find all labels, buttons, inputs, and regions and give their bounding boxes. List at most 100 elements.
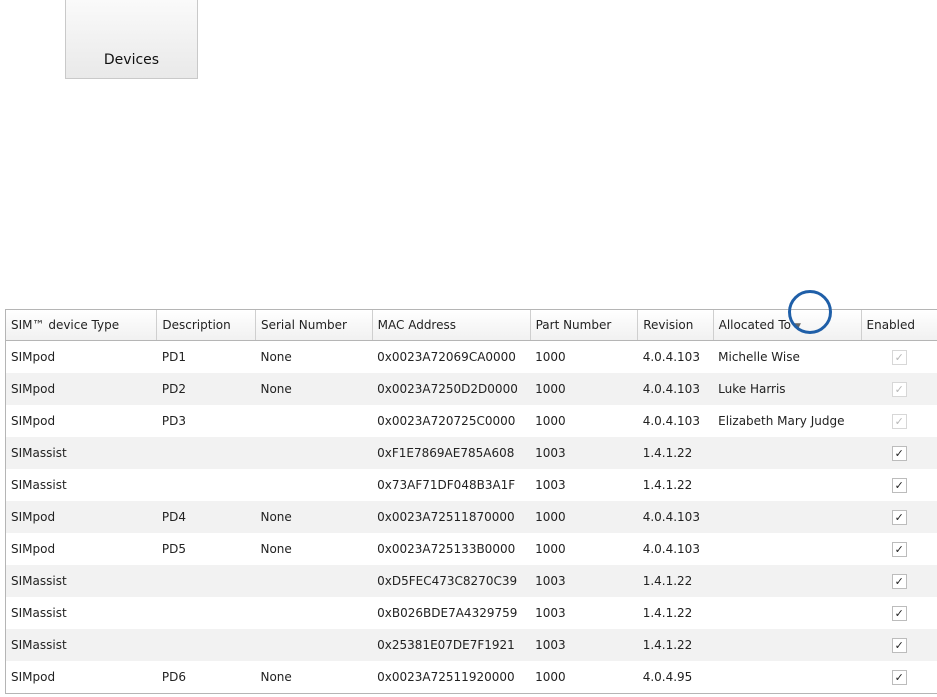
cell-mac-address: 0x0023A7250D2D0000 — [372, 373, 531, 405]
enabled-checkbox-icon[interactable]: ✓ — [891, 637, 907, 653]
cell-enabled: ✓ — [861, 405, 937, 437]
cell-revision: 4.0.4.103 — [642, 350, 700, 364]
cell-revision: 4.0.4.103 — [637, 373, 714, 405]
cell-part-number: 1003 — [535, 478, 566, 492]
allocated-to-label: Allocated To — [718, 318, 791, 332]
cell-device-type: SIMpod — [11, 350, 56, 364]
cell-device-type: SIMpod — [11, 542, 56, 556]
cell-enabled: ✓ — [861, 341, 937, 374]
table-row[interactable]: SIMassist 0xD5FEC473C8270C39 1003 1.4.1.22 ✓ — [6, 565, 937, 597]
cell-device-type: SIMpod — [6, 501, 157, 533]
cell-allocated-to: Elizabeth Mary Judge — [718, 414, 845, 428]
column-header-device-type[interactable]: SIM™ device Type — [6, 310, 158, 341]
table-row[interactable]: SIMassist 0xF1E7869AE785A608 1003 1.4.1.22 ✓ — [6, 437, 937, 469]
table-row[interactable]: SIMpod PD2 None 0x0023A7250D2D0000 1000 4.0.4… — [6, 373, 937, 405]
cell-revision: 1.4.1.22 — [642, 606, 693, 620]
cell-description: PD4 — [156, 501, 256, 533]
enabled-checkbox-icon[interactable]: ✓ — [891, 445, 907, 461]
table-row[interactable]: SIMpod PD4 None 0x0023A72511870000 1000 4.0.4… — [6, 501, 937, 533]
table-row[interactable]: SIMpod PD5 None 0x0023A725133B0000 1000 4.0.4… — [6, 533, 937, 565]
table-row[interactable]: SIMassist 0xB026BDE7A4329759 1003 1.4.1.22 ✓ — [6, 597, 937, 629]
cell-revision: 4.0.4.103 — [637, 501, 714, 533]
cell-device-type: SIMassist — [6, 437, 157, 469]
cell-device-type: SIMassist — [6, 629, 157, 661]
cell-serial-number: None — [255, 501, 373, 533]
cell-enabled: ✓ — [861, 533, 937, 565]
cell-description — [157, 597, 256, 629]
cell-allocated-to — [713, 437, 861, 469]
column-header-allocated-to[interactable]: Allocated To ▼ — [713, 310, 862, 341]
cell-enabled: ✓ — [861, 469, 937, 501]
cell-mac-address: 0x0023A72511920000 — [377, 670, 515, 684]
cell-mac-address: 0x0023A72511870000 — [372, 501, 531, 533]
cell-serial-number — [255, 565, 373, 597]
grid-header-row: SIM™ device Type Description Serial Numb… — [6, 310, 937, 341]
cell-part-number: 1000 — [530, 373, 638, 405]
sort-descending-icon[interactable]: ▼ — [794, 322, 801, 332]
cell-part-number: 1000 — [535, 414, 566, 428]
table-row[interactable]: SIMassist 0x25381E07DE7F1921 1003 1.4.1.22 ✓ — [6, 629, 937, 661]
cell-enabled: ✓ — [861, 629, 937, 661]
cell-mac-address: 0xD5FEC473C8270C39 — [372, 565, 531, 597]
column-header-serial-number[interactable]: Serial Number — [255, 310, 373, 341]
devices-grid: SIM™ device Type Description Serial Numb… — [5, 309, 937, 694]
cell-description — [156, 629, 256, 661]
cell-part-number: 1003 — [530, 437, 638, 469]
cell-mac-address: 0xF1E7869AE785A608 — [372, 437, 531, 469]
cell-enabled: ✓ — [861, 373, 937, 405]
cell-mac-address: 0xB026BDE7A4329759 — [377, 606, 518, 620]
cell-device-type: SIMassist — [11, 478, 67, 492]
cell-revision: 4.0.4.95 — [642, 670, 693, 684]
cell-part-number: 1000 — [535, 542, 566, 556]
cell-allocated-to — [713, 661, 861, 693]
cell-revision: 4.0.4.103 — [642, 414, 700, 428]
table-row[interactable]: SIMpod PD6 None 0x0023A72511920000 1000 4.0.4… — [6, 661, 937, 693]
cell-device-type: SIMpod — [11, 414, 56, 428]
cell-description — [156, 565, 256, 597]
cell-mac-address: 0x0023A720725C0000 — [377, 414, 516, 428]
cell-enabled: ✓ — [861, 437, 937, 469]
cell-allocated-to — [713, 629, 861, 661]
column-header-description[interactable]: Description — [156, 310, 256, 341]
cell-serial-number — [255, 597, 372, 629]
cell-allocated-to: Michelle Wise — [718, 350, 800, 364]
enabled-checkbox-icon[interactable]: ✓ — [891, 573, 907, 589]
column-header-enabled[interactable]: Enabled — [861, 310, 937, 341]
cell-enabled: ✓ — [861, 501, 937, 533]
cell-device-type: SIMpod — [6, 373, 157, 405]
enabled-checkbox-icon[interactable]: ✓ — [891, 509, 907, 525]
cell-revision: 4.0.4.103 — [642, 542, 700, 556]
enabled-checkbox-icon: ✓ — [891, 413, 907, 429]
cell-allocated-to — [713, 501, 861, 533]
cell-part-number: 1000 — [530, 501, 638, 533]
enabled-checkbox-icon: ✓ — [891, 381, 907, 397]
cell-serial-number — [255, 405, 372, 437]
cell-revision: 1.4.1.22 — [637, 565, 714, 597]
enabled-checkbox-icon[interactable]: ✓ — [891, 605, 907, 621]
cell-description: PD1 — [161, 350, 187, 364]
cell-description: PD6 — [161, 670, 187, 684]
enabled-checkbox-icon[interactable]: ✓ — [891, 477, 907, 493]
table-row[interactable]: SIMassist 0x73AF71DF048B3A1F 1003 1.4.1.22 ✓ — [6, 469, 937, 501]
enabled-checkbox-icon: ✓ — [891, 349, 907, 365]
enabled-checkbox-icon[interactable]: ✓ — [891, 541, 907, 557]
cell-part-number: 1003 — [530, 629, 638, 661]
table-row[interactable]: SIMpod PD3 0x0023A720725C0000 1000 4.0.4.103… — [6, 405, 937, 437]
cell-allocated-to — [713, 597, 861, 629]
cell-mac-address: 0x0023A72069CA0000 — [377, 350, 516, 364]
column-header-revision[interactable]: Revision — [637, 310, 714, 341]
cell-part-number: 1000 — [535, 670, 566, 684]
table-row[interactable]: SIMpod PD1 None 0x0023A72069CA0000 1000 4.0.4… — [6, 341, 937, 374]
cell-serial-number: None — [260, 350, 292, 364]
column-header-mac-address[interactable]: MAC Address — [372, 310, 531, 341]
column-header-part-number[interactable]: Part Number — [530, 310, 639, 341]
cell-part-number: 1003 — [530, 565, 638, 597]
cell-revision: 1.4.1.22 — [642, 478, 693, 492]
cell-description: PD2 — [156, 373, 256, 405]
cell-part-number: 1003 — [535, 606, 566, 620]
cell-serial-number — [255, 469, 372, 501]
devices-button[interactable]: Devices — [65, 0, 198, 79]
cell-description: PD3 — [161, 414, 187, 428]
cell-device-type: SIMassist — [6, 565, 157, 597]
enabled-checkbox-icon[interactable]: ✓ — [891, 669, 907, 685]
